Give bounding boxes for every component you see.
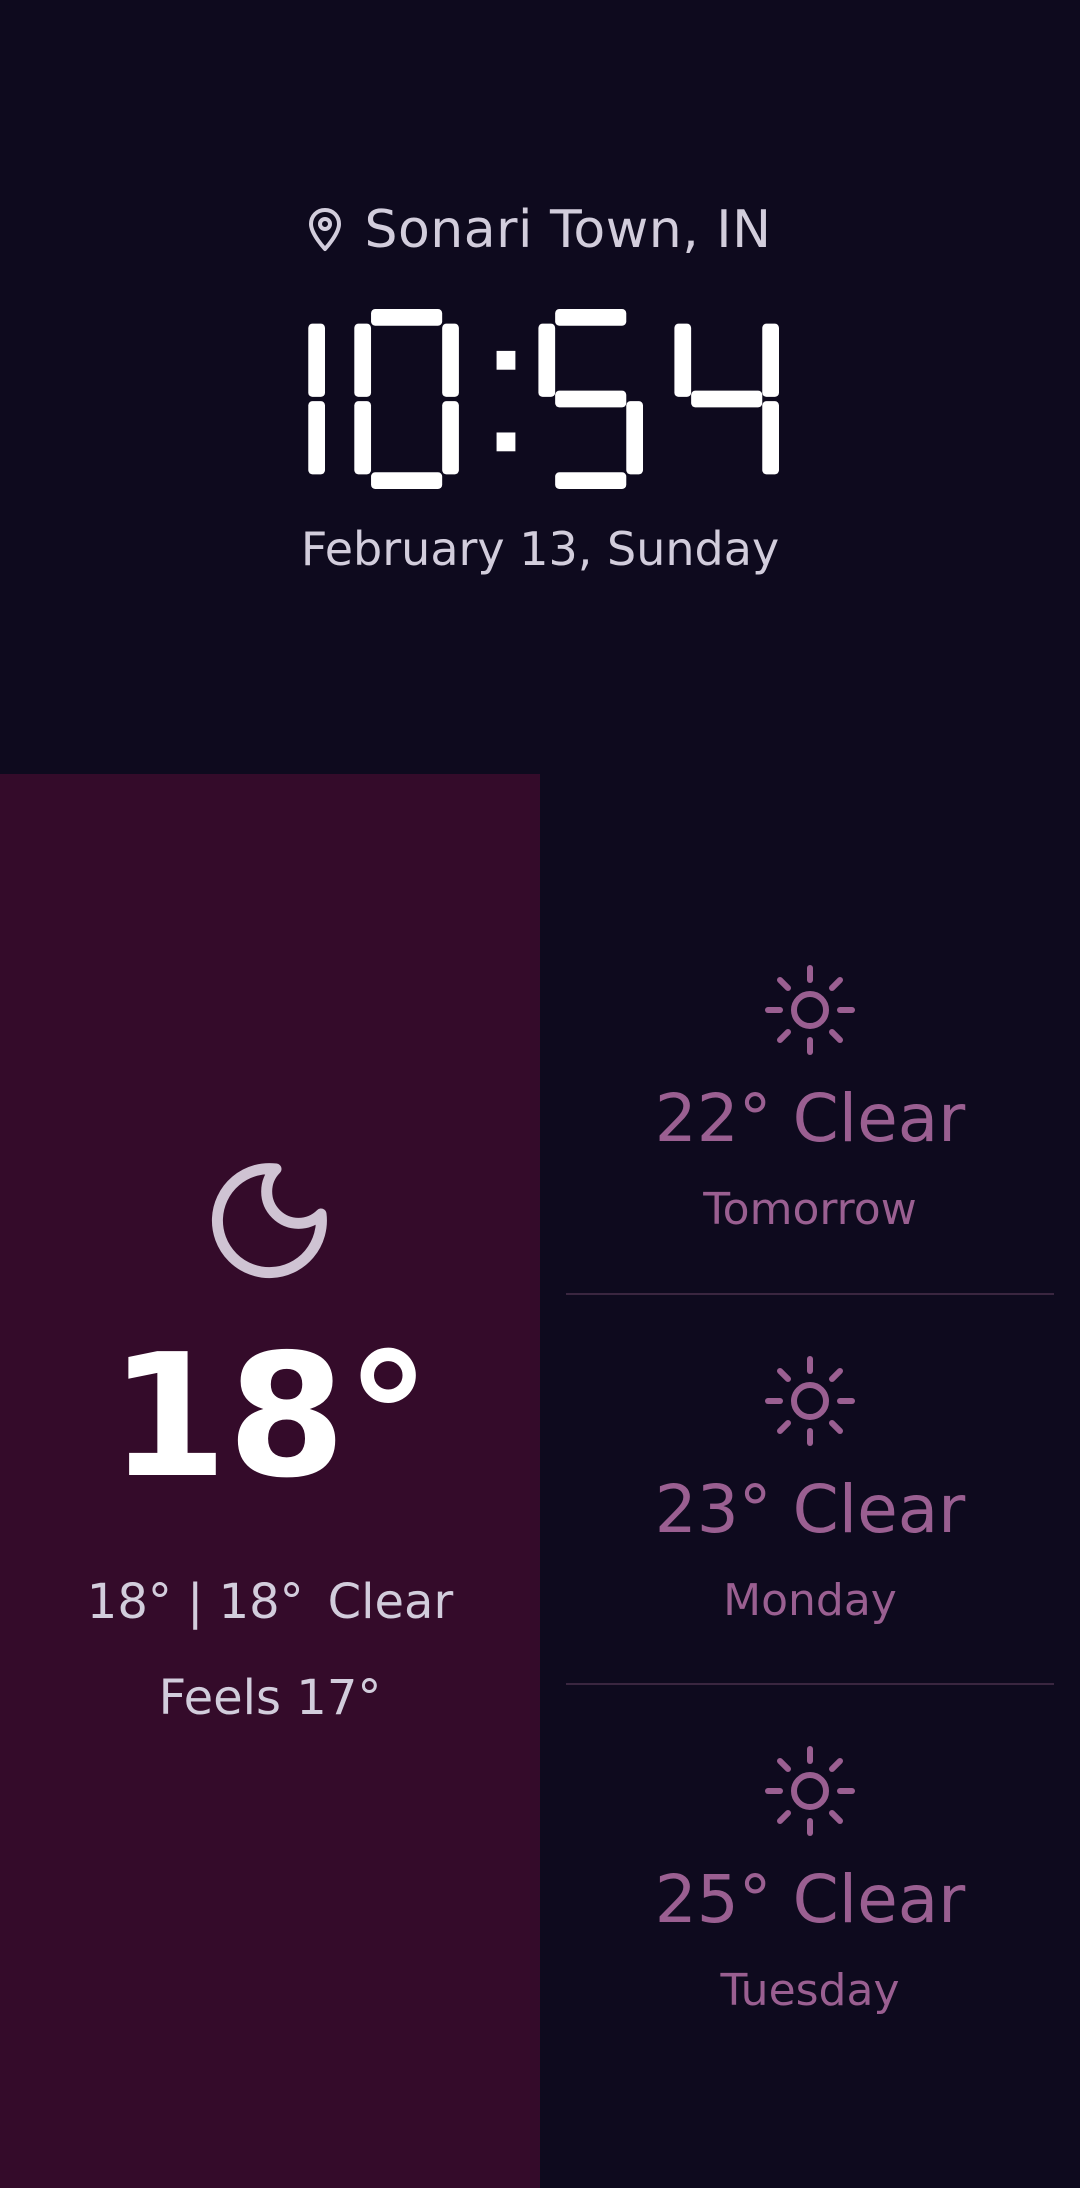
forecast-item-tuesday[interactable]: 25° Clear Tuesday — [540, 1555, 1080, 2016]
location-label: Sonari Town, IN — [364, 200, 772, 260]
clock-colon-dot — [496, 432, 515, 452]
forecast-summary: 25° Clear — [654, 1861, 966, 1938]
clock-segment-f — [537, 323, 555, 397]
forecast-item-monday[interactable]: 23° Clear Monday — [540, 1165, 1080, 1626]
current-temperature: 18° — [109, 1318, 431, 1516]
clock-segment-a — [370, 309, 442, 326]
location-row[interactable]: Sonari Town, IN — [0, 195, 1080, 265]
clock-segment-c — [441, 401, 459, 475]
clock-segment-e — [353, 401, 371, 475]
date-label: February 13, Sunday — [300, 522, 780, 576]
current-condition: Clear — [327, 1574, 454, 1630]
forecast-summary: 22° Clear — [654, 1080, 966, 1157]
digital-clock[interactable] — [0, 304, 1080, 494]
range-separator: | — [187, 1574, 204, 1630]
clock-segment-c — [307, 401, 325, 475]
forecast-item-tomorrow[interactable]: 22° Clear Tomorrow — [540, 774, 1080, 1235]
clock-segment-g — [554, 390, 626, 408]
clock-segment-c — [625, 401, 643, 475]
clock-segment-g — [690, 390, 762, 408]
sun-icon — [765, 965, 855, 1055]
forecast-summary: 23° Clear — [654, 1471, 966, 1548]
clock-colon-dot — [496, 350, 515, 370]
clock-segment-f — [353, 323, 371, 397]
clock-segment-b — [761, 323, 779, 397]
clock-segment-f — [673, 323, 691, 397]
sun-icon — [765, 1356, 855, 1446]
current-low: 18° — [218, 1574, 304, 1630]
weather-clock-screen: Sonari Town, IN February 13, Sunday 18° … — [0, 0, 1080, 2188]
clock-segment-d — [554, 472, 626, 489]
clock-segment-b — [441, 323, 459, 397]
current-high: 18° — [86, 1574, 172, 1630]
current-high-low: 18° | 18° Clear — [0, 1574, 540, 1630]
location-pin-icon — [309, 208, 342, 251]
feels-like: Feels 17° — [158, 1670, 382, 1726]
sun-icon — [765, 1746, 855, 1836]
moon-icon — [211, 1163, 327, 1279]
clock-segment-c — [761, 401, 779, 475]
clock-segment-d — [370, 472, 442, 489]
clock-segment-a — [554, 309, 626, 326]
forecast-day: Tuesday — [720, 1965, 900, 2016]
clock-display — [307, 309, 779, 489]
clock-segment-b — [307, 323, 325, 397]
